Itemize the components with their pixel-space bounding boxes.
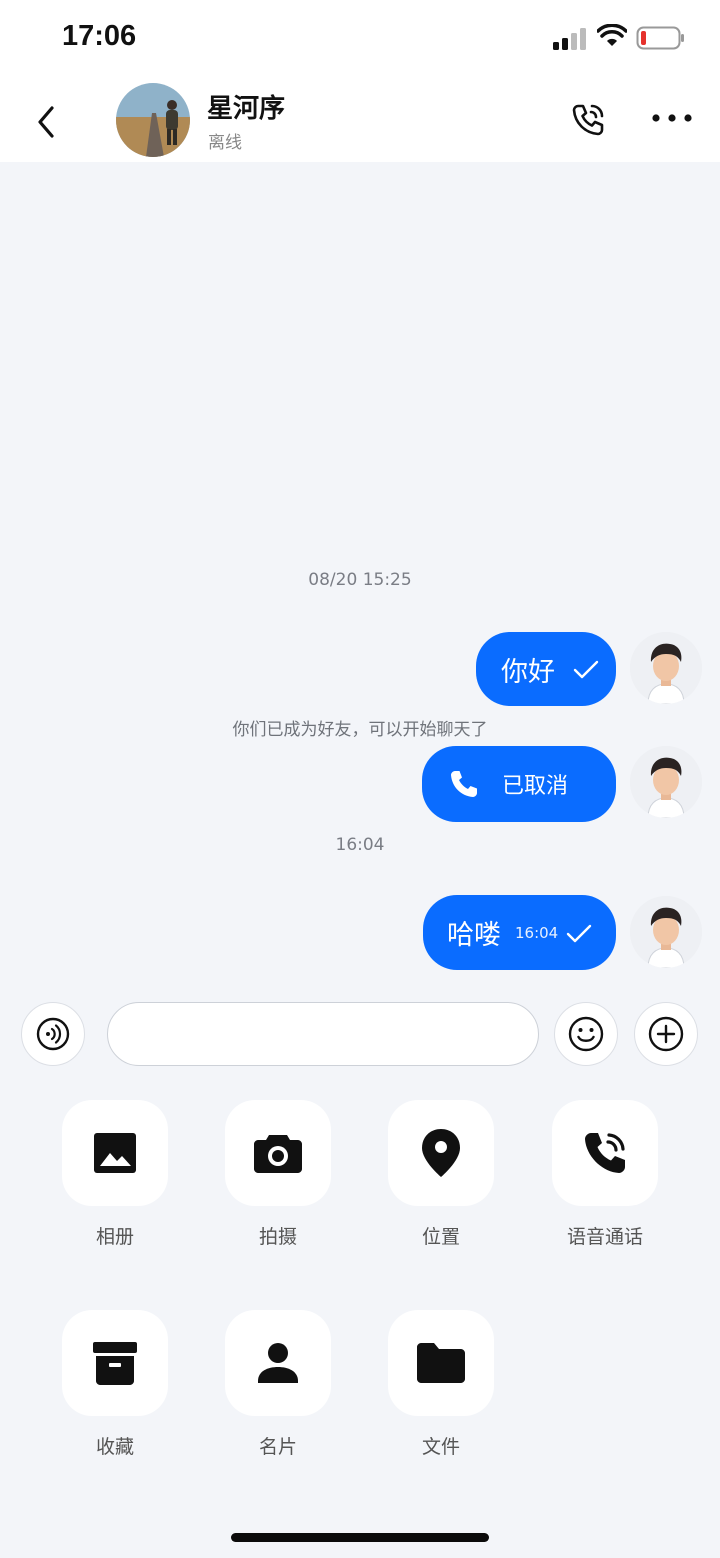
tool-label: 拍摄 — [258, 1226, 297, 1248]
more-actions-button[interactable] — [634, 1002, 698, 1066]
phone-icon — [451, 771, 477, 797]
camera-icon — [254, 1135, 302, 1173]
self-avatar[interactable] — [630, 746, 702, 818]
status-bar: 17:06 — [0, 0, 720, 80]
tool-tile[interactable] — [225, 1310, 331, 1416]
tool-location[interactable]: 位置 — [388, 1100, 494, 1249]
tool-voice-call[interactable]: 语音通话 — [552, 1100, 658, 1249]
tool-tile[interactable] — [552, 1100, 658, 1206]
home-indicator — [231, 1533, 489, 1542]
plus-circle-icon — [648, 1016, 684, 1052]
tool-album[interactable]: 相册 — [62, 1100, 168, 1249]
self-avatar[interactable] — [630, 896, 702, 968]
message-bubble[interactable]: 哈喽 16:04 — [423, 895, 616, 970]
message-time: 16:04 — [515, 923, 559, 942]
tool-file[interactable]: 文件 — [388, 1310, 494, 1459]
battery-icon — [636, 26, 684, 50]
tool-tile[interactable] — [388, 1100, 494, 1206]
archive-box-icon — [93, 1342, 137, 1385]
self-avatar[interactable] — [630, 632, 702, 704]
message-bubble[interactable]: 你好 — [476, 632, 616, 706]
tool-label: 名片 — [258, 1436, 297, 1458]
image-icon — [94, 1133, 136, 1173]
check-icon — [573, 660, 599, 679]
message-text: 哈喽 — [447, 920, 501, 951]
tool-label: 相册 — [95, 1226, 134, 1248]
call-status-text: 已取消 — [502, 774, 569, 799]
tool-label: 文件 — [421, 1436, 460, 1458]
tool-contact-card[interactable]: 名片 — [225, 1310, 331, 1459]
wifi-icon — [597, 24, 627, 46]
tool-tile[interactable] — [62, 1310, 168, 1416]
call-record-bubble[interactable]: 已取消 — [422, 746, 616, 822]
tool-camera[interactable]: 拍摄 — [225, 1100, 331, 1249]
chat-header: 星河序 离线 — [0, 80, 720, 162]
person-icon — [258, 1343, 298, 1383]
emoji-button[interactable] — [554, 1002, 618, 1066]
message-text: 你好 — [501, 656, 555, 688]
message-timestamp: 08/20 15:25 — [308, 570, 412, 590]
input-bar — [0, 1000, 720, 1070]
status-time: 17:06 — [62, 20, 137, 52]
cellular-signal-icon — [553, 28, 586, 50]
tool-tile[interactable] — [388, 1310, 494, 1416]
contact-status: 离线 — [208, 133, 242, 153]
phone-call-icon — [585, 1133, 625, 1173]
location-pin-icon — [422, 1129, 460, 1177]
message-timestamp: 16:04 — [335, 835, 385, 855]
smiley-icon — [568, 1016, 604, 1052]
voice-call-icon[interactable] — [568, 100, 608, 140]
check-icon — [567, 924, 592, 942]
tool-tile[interactable] — [225, 1100, 331, 1206]
tool-label: 语音通话 — [566, 1226, 643, 1248]
back-arrow-icon[interactable] — [30, 102, 64, 142]
system-message: 你们已成为好友，可以开始聊天了 — [232, 720, 488, 740]
tool-favorites[interactable]: 收藏 — [62, 1310, 168, 1459]
message-input[interactable] — [107, 1002, 539, 1066]
contact-name: 星河序 — [207, 94, 286, 124]
voice-input-button[interactable] — [21, 1002, 85, 1066]
tool-tile[interactable] — [62, 1100, 168, 1206]
tool-label: 位置 — [421, 1226, 460, 1248]
tool-label: 收藏 — [95, 1436, 134, 1458]
voice-wave-icon — [36, 1017, 70, 1051]
contact-avatar[interactable] — [116, 83, 190, 157]
folder-icon — [417, 1343, 465, 1383]
more-options-icon[interactable] — [650, 108, 694, 128]
